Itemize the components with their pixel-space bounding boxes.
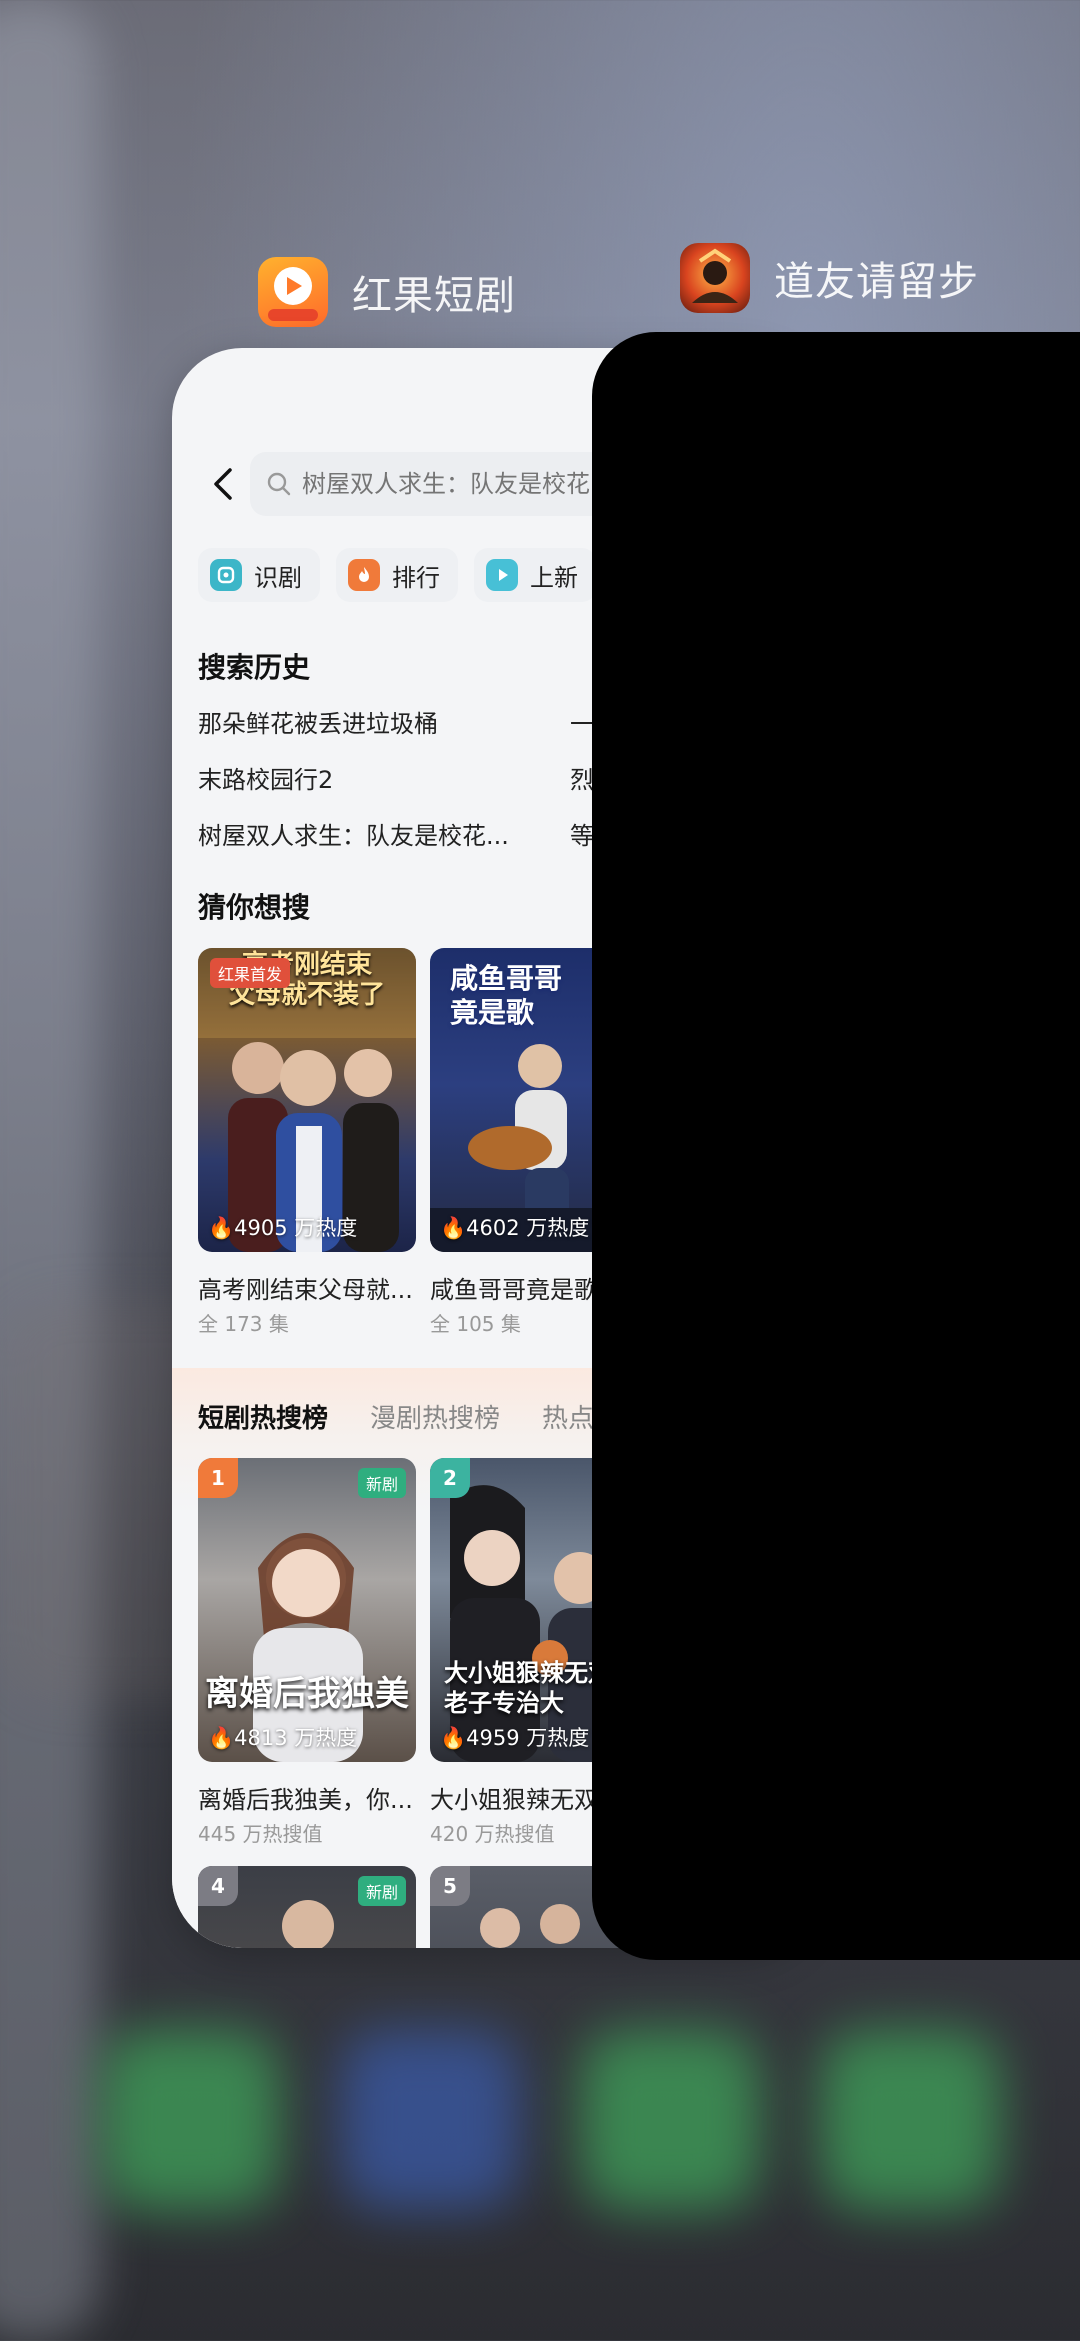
poster-title[interactable]: 离婚后我独美，你... <box>198 1780 416 1815</box>
chip-new[interactable]: 上新 <box>474 548 596 602</box>
scan-icon <box>210 559 242 591</box>
flame-icon <box>348 559 380 591</box>
history-item[interactable]: 末路校园行2 <box>198 760 333 795</box>
app-name-left: 红果短剧 <box>352 273 516 319</box>
history-item-right[interactable]: 一 <box>570 704 594 739</box>
history-item-right[interactable]: 等 <box>570 816 594 851</box>
history-item[interactable]: 树屋双人求生：队友是校花... <box>198 816 509 851</box>
new-drama-badge: 新剧 <box>357 1468 406 1498</box>
new-drama-badge: 新剧 <box>357 1876 406 1906</box>
first-release-badge: 红果首发 <box>210 958 291 988</box>
history-item-right[interactable]: 烈 <box>570 760 594 795</box>
dock-blob-1 <box>100 2030 280 2210</box>
tab-comic-drama-hot[interactable]: 漫剧热搜榜 <box>370 1398 500 1435</box>
chip-identify[interactable]: 识剧 <box>198 548 320 602</box>
app-name-right: 道友请留步 <box>774 259 979 305</box>
heat-label: 🔥4813 万热度 <box>208 1726 358 1750</box>
poster-title[interactable]: 高考刚结束父母就... <box>198 1270 416 1305</box>
heat-label: 🔥4905 万热度 <box>208 1216 358 1240</box>
dock-blob-2 <box>340 2030 520 2210</box>
history-title: 搜索历史 <box>198 651 311 684</box>
app-header-hongguo[interactable]: 红果短剧 <box>258 257 516 327</box>
app-card-daoyou[interactable] <box>592 332 1080 1960</box>
hongguo-play-icon <box>258 257 328 327</box>
drama-poster[interactable]: 高考刚结束 父母就不装了 红果首发 🔥4905 万热度 <box>198 948 416 1252</box>
daoyou-game-icon <box>680 243 750 313</box>
chip-ranking[interactable]: 排行 <box>336 548 458 602</box>
back-icon[interactable] <box>204 464 244 504</box>
tab-hot-topics[interactable]: 热点 <box>542 1398 594 1435</box>
hot-poster[interactable]: 1 新剧 离婚后我独美 🔥4813 万热度 <box>198 1458 416 1762</box>
dock-blob-3 <box>580 2030 760 2210</box>
chip-label: 排行 <box>392 563 440 592</box>
poster-art <box>253 1533 363 1762</box>
guess-title: 猜你想搜 <box>198 891 311 924</box>
poster-hot-value: 445 万热搜值 <box>198 1822 323 1846</box>
poster-episodes: 全 173 集 <box>198 1312 289 1336</box>
dock-blob-4 <box>820 2030 1000 2210</box>
history-item[interactable]: 那朵鲜花被丢进垃圾桶 <box>198 704 438 739</box>
search-icon <box>267 472 291 496</box>
chip-label: 上新 <box>530 563 578 592</box>
tab-short-drama-hot[interactable]: 短剧热搜榜 <box>198 1398 328 1435</box>
app-header-daoyou[interactable]: 道友请留步 <box>680 243 979 313</box>
poster-title-art: 离婚后我独美 <box>205 1674 409 1714</box>
heat-label: 🔥4959 万热度 <box>440 1726 590 1750</box>
poster-episodes: 全 105 集 <box>430 1312 521 1336</box>
background-blur-left <box>0 0 100 2341</box>
rank-badge: 5 <box>430 1866 470 1906</box>
rank-badge: 4 <box>198 1866 238 1906</box>
chip-label: 识剧 <box>254 563 302 592</box>
rank-badge: 2 <box>430 1458 470 1498</box>
play-icon <box>486 559 518 591</box>
rank-badge: 1 <box>198 1458 238 1498</box>
poster-hot-value: 420 万热搜值 <box>430 1822 555 1846</box>
heat-label: 🔥4602 万热度 <box>440 1216 590 1240</box>
hot-poster[interactable]: 4 新剧 <box>198 1866 416 1948</box>
